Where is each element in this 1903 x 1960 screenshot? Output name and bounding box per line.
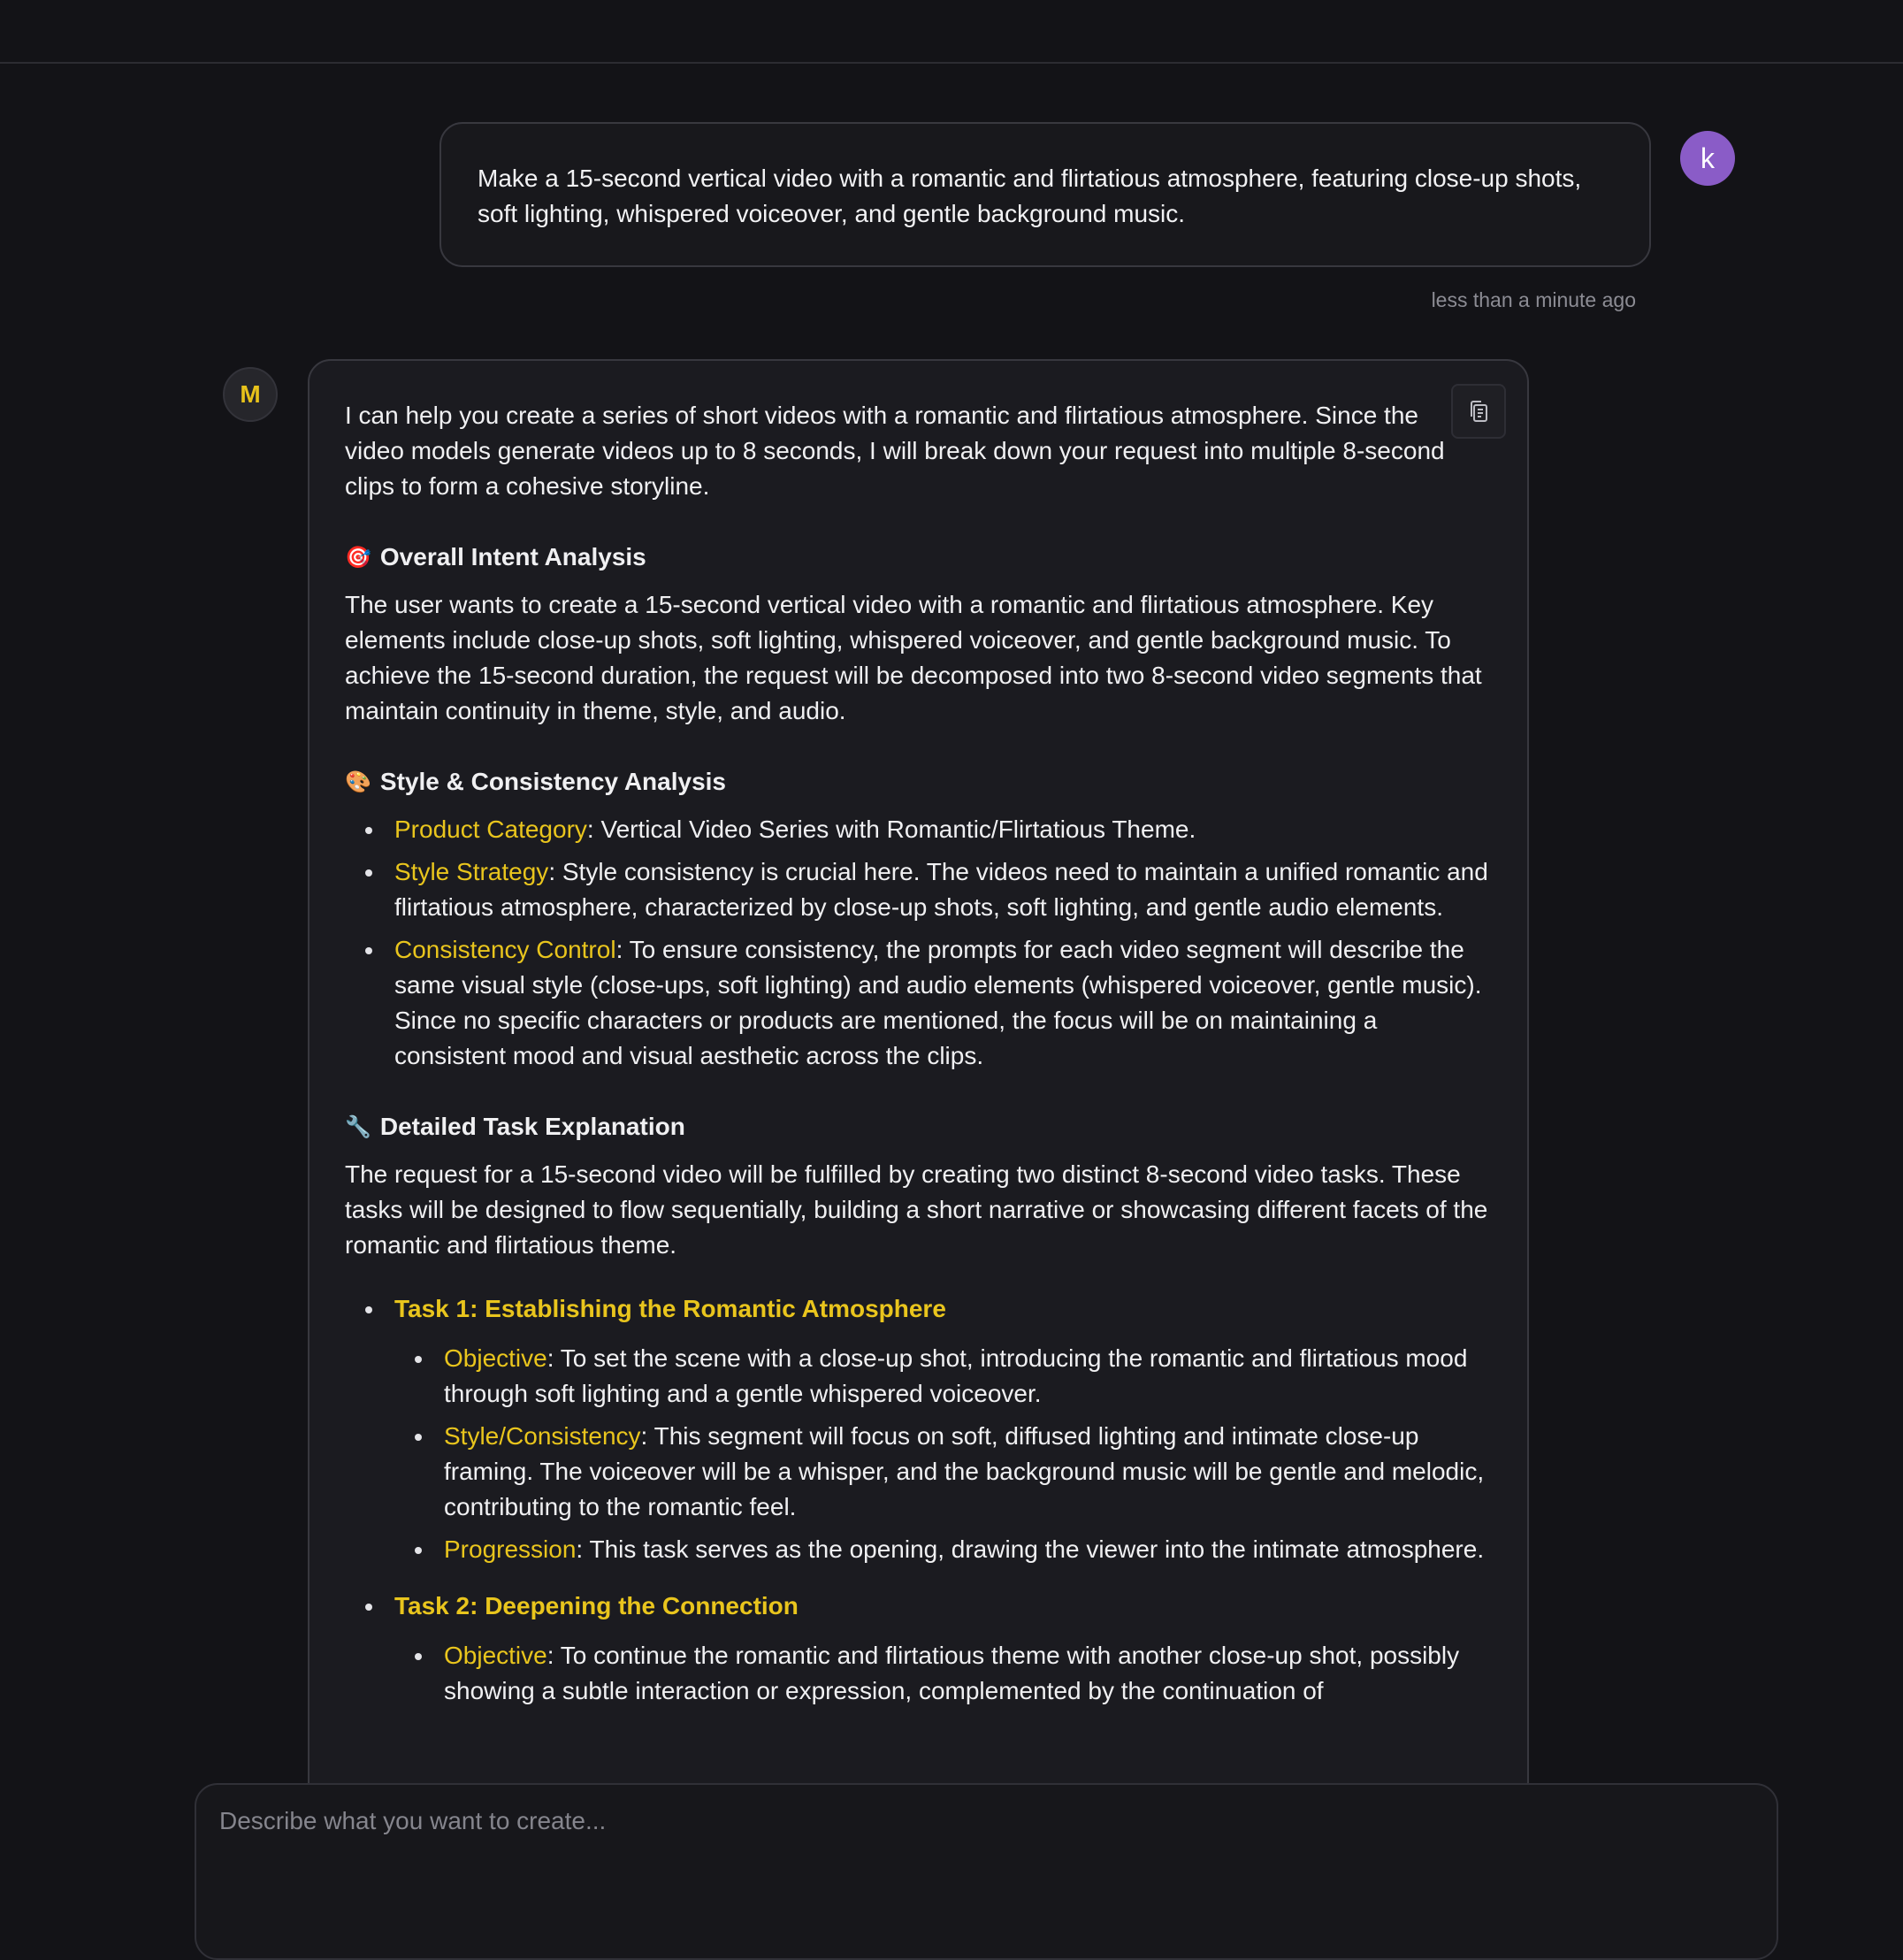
list-item-label: Progression [444, 1535, 577, 1563]
wrench-icon: 🔧 [345, 1114, 371, 1139]
task-details: Objective: To continue the romantic and … [394, 1638, 1488, 1709]
user-message-text: Make a 15-second vertical video with a r… [478, 165, 1582, 227]
task-title: Task 2: Deepening the Connection [394, 1592, 799, 1619]
task-title: Task 1: Establishing the Romantic Atmosp… [394, 1295, 946, 1322]
list-item: Objective: To continue the romantic and … [415, 1638, 1488, 1709]
prompt-input[interactable] [218, 1806, 1759, 1836]
section-heading-style: 🎨 Style & Consistency Analysis [345, 764, 1488, 800]
list-item-label: Product Category [394, 815, 587, 843]
list-item-label: Style/Consistency [444, 1422, 641, 1450]
section-body-intent: The user wants to create a 15-second ver… [345, 591, 1482, 724]
list-item: Objective: To set the scene with a close… [415, 1341, 1488, 1412]
list-item: Style Strategy: Style consistency is cru… [365, 854, 1488, 925]
list-item-text: : This task serves as the opening, drawi… [576, 1535, 1485, 1563]
section-heading-intent: 🎯 Overall Intent Analysis [345, 540, 1488, 575]
copy-button[interactable] [1451, 384, 1506, 439]
task-details: Objective: To set the scene with a close… [394, 1341, 1488, 1567]
section-heading-tasks: 🔧 Detailed Task Explanation [345, 1109, 1488, 1145]
copy-icon [1471, 401, 1487, 422]
user-message: Make a 15-second vertical video with a r… [439, 122, 1651, 267]
list-item-text: : To continue the romantic and flirtatio… [444, 1642, 1460, 1704]
assistant-message: I can help you create a series of short … [308, 359, 1529, 1916]
assistant-avatar: M [223, 367, 278, 422]
top-bar [0, 0, 1903, 64]
task-list: Task 1: Establishing the Romantic Atmosp… [345, 1291, 1488, 1709]
list-item-label: Objective [444, 1642, 547, 1669]
list-item: Consistency Control: To ensure consisten… [365, 932, 1488, 1074]
task-item: Task 2: Deepening the Connection Objecti… [365, 1589, 1488, 1709]
section-heading-text: Style & Consistency Analysis [379, 768, 727, 795]
user-avatar[interactable]: k [1680, 131, 1735, 186]
section-heading-text: Detailed Task Explanation [379, 1113, 685, 1140]
list-item: Product Category: Vertical Video Series … [365, 812, 1488, 847]
list-item-label: Objective [444, 1344, 547, 1372]
list-item-text: : To set the scene with a close-up shot,… [444, 1344, 1468, 1407]
list-item-text: : Style consistency is crucial here. The… [394, 858, 1488, 921]
prompt-composer [195, 1783, 1778, 1960]
task-item: Task 1: Establishing the Romantic Atmosp… [365, 1291, 1488, 1567]
style-list: Product Category: Vertical Video Series … [345, 812, 1488, 1074]
list-item-label: Consistency Control [394, 936, 616, 963]
list-item: Progression: This task serves as the ope… [415, 1532, 1488, 1567]
list-item: Style/Consistency: This segment will foc… [415, 1419, 1488, 1525]
section-body-tasks: The request for a 15-second video will b… [345, 1160, 1488, 1259]
list-item-text: : Vertical Video Series with Romantic/Fl… [586, 815, 1196, 843]
palette-icon: 🎨 [345, 769, 371, 794]
section-heading-text: Overall Intent Analysis [379, 543, 646, 570]
assistant-avatar-letter: M [240, 380, 261, 408]
user-avatar-letter: k [1700, 142, 1715, 174]
message-timestamp: less than a minute ago [1431, 288, 1636, 311]
assistant-intro: I can help you create a series of short … [345, 402, 1445, 500]
list-item-label: Style Strategy [394, 858, 549, 885]
target-icon: 🎯 [345, 545, 371, 570]
